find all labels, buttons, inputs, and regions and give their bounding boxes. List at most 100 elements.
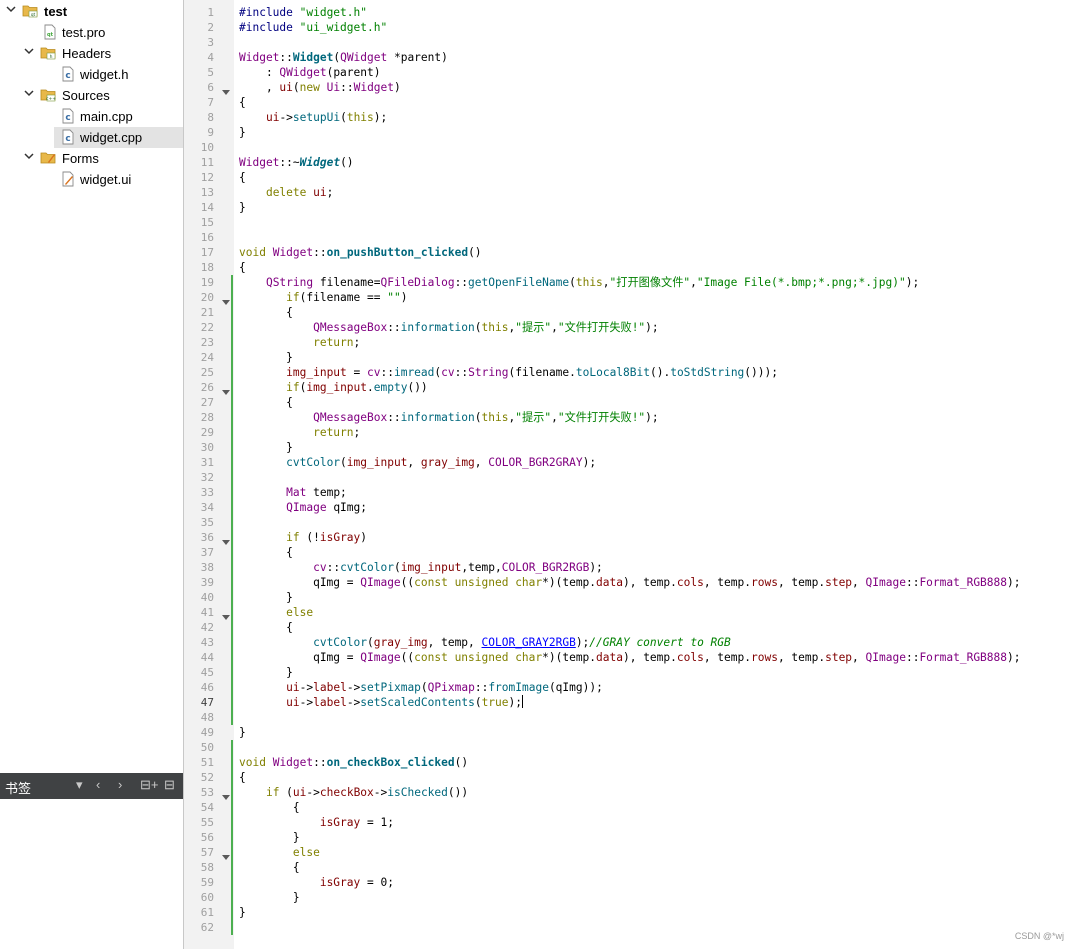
line-number[interactable]: 52 [184,770,214,785]
tree-item-test-pro[interactable]: qt test.pro [0,22,183,43]
tree-item-test[interactable]: qt test [0,1,183,22]
chevron-down-icon[interactable] [24,151,34,161]
close-pane-icon[interactable]: ⊟ [164,777,175,793]
code-line[interactable]: Widget::Widget(QWidget *parent) [239,50,448,65]
code-line[interactable]: { [239,170,246,185]
code-line[interactable]: { [239,95,246,110]
code-line[interactable]: ui->label->setScaledContents(true); [239,695,523,710]
line-number[interactable]: 34 [184,500,214,515]
code-line[interactable]: #include "ui_widget.h" [239,20,387,35]
fold-arrow-icon[interactable] [222,294,230,305]
line-number[interactable]: 25 [184,365,214,380]
code-line[interactable]: qImg = QImage((const unsigned char*)(tem… [239,575,1020,590]
line-number[interactable]: 54 [184,800,214,815]
code-line[interactable]: } [239,905,246,920]
fold-arrow-icon[interactable] [222,849,230,860]
code-line[interactable]: } [239,440,293,455]
code-line[interactable]: } [239,200,246,215]
line-number[interactable]: 26 [184,380,214,395]
dropdown-arrow-icon[interactable]: ▾ [76,777,83,793]
line-number[interactable]: 41 [184,605,214,620]
line-number[interactable]: 47 [184,695,214,710]
code-line[interactable]: } [239,350,293,365]
code-line[interactable]: #include "widget.h" [239,5,367,20]
line-number[interactable]: 39 [184,575,214,590]
code-line[interactable]: cvtColor(img_input, gray_img, COLOR_BGR2… [239,455,596,470]
line-number[interactable]: 37 [184,545,214,560]
code-line[interactable]: { [239,800,300,815]
code-line[interactable]: cvtColor(gray_img, temp, COLOR_GRAY2RGB)… [239,635,731,650]
code-line[interactable]: return; [239,425,360,440]
line-number[interactable]: 49 [184,725,214,740]
line-number[interactable]: 21 [184,305,214,320]
line-number[interactable]: 60 [184,890,214,905]
line-number[interactable]: 57 [184,845,214,860]
line-number[interactable]: 44 [184,650,214,665]
code-editor[interactable]: #include "widget.h" #include "ui_widget.h… [234,0,1078,949]
code-line[interactable]: if(filename == "") [239,290,407,305]
line-number[interactable]: 27 [184,395,214,410]
code-line[interactable]: { [239,620,293,635]
code-line[interactable]: } [239,665,293,680]
code-line[interactable]: else [239,605,313,620]
fold-arrow-icon[interactable] [222,384,230,395]
back-arrow-icon[interactable]: ‹ [96,777,100,792]
split-icon[interactable]: ⊟+ [140,777,158,793]
code-line[interactable]: Widget::~Widget() [239,155,354,170]
line-number[interactable]: 8 [184,110,214,125]
line-number[interactable]: 33 [184,485,214,500]
line-number[interactable]: 3 [184,35,214,50]
line-number[interactable]: 58 [184,860,214,875]
forward-arrow-icon[interactable]: › [118,777,122,792]
line-number[interactable]: 28 [184,410,214,425]
code-line[interactable]: Mat temp; [239,485,347,500]
tree-item-sources[interactable]: c++ Sources [0,85,183,106]
line-number[interactable]: 23 [184,335,214,350]
line-number[interactable]: 2 [184,20,214,35]
code-line[interactable]: QString filename=QFileDialog::getOpenFil… [239,275,919,290]
code-line[interactable]: QMessageBox::information(this,"提示","文件打开… [239,320,659,335]
code-line[interactable]: return; [239,335,360,350]
line-number[interactable]: 6 [184,80,214,95]
code-line[interactable]: { [239,770,246,785]
code-line[interactable]: { [239,260,246,275]
code-line[interactable]: cv::cvtColor(img_input,temp,COLOR_BGR2RG… [239,560,603,575]
line-number[interactable]: 20 [184,290,214,305]
line-number[interactable]: 53 [184,785,214,800]
code-line[interactable]: { [239,305,293,320]
chevron-down-icon[interactable] [6,4,16,14]
line-number[interactable]: 17 [184,245,214,260]
code-line[interactable]: void Widget::on_checkBox_clicked() [239,755,468,770]
code-line[interactable]: } [239,590,293,605]
code-line[interactable]: if (!isGray) [239,530,367,545]
fold-arrow-icon[interactable] [222,534,230,545]
chevron-down-icon[interactable] [24,46,34,56]
line-number[interactable]: 38 [184,560,214,575]
line-number[interactable]: 29 [184,425,214,440]
code-line[interactable]: ui->setupUi(this); [239,110,387,125]
line-number[interactable]: 12 [184,170,214,185]
line-number[interactable]: 19 [184,275,214,290]
line-number[interactable]: 62 [184,920,214,935]
line-number[interactable]: 45 [184,665,214,680]
line-number[interactable]: 55 [184,815,214,830]
line-number[interactable]: 40 [184,590,214,605]
line-number[interactable]: 16 [184,230,214,245]
line-number[interactable]: 46 [184,680,214,695]
code-line[interactable]: { [239,395,293,410]
line-number[interactable]: 13 [184,185,214,200]
fold-arrow-icon[interactable] [222,609,230,620]
code-line[interactable]: isGray = 1; [239,815,394,830]
line-number[interactable]: 61 [184,905,214,920]
code-line[interactable]: void Widget::on_pushButton_clicked() [239,245,482,260]
line-number[interactable]: 9 [184,125,214,140]
code-line[interactable]: img_input = cv::imread(cv::String(filena… [239,365,778,380]
code-token[interactable]: COLOR_GRAY2RGB [482,636,576,649]
line-number[interactable]: 51 [184,755,214,770]
code-line[interactable]: qImg = QImage((const unsigned char*)(tem… [239,650,1020,665]
line-number[interactable]: 14 [184,200,214,215]
code-line[interactable]: isGray = 0; [239,875,394,890]
line-number[interactable]: 31 [184,455,214,470]
tree-item-main-cpp[interactable]: c main.cpp [0,106,183,127]
code-line[interactable]: } [239,890,300,905]
